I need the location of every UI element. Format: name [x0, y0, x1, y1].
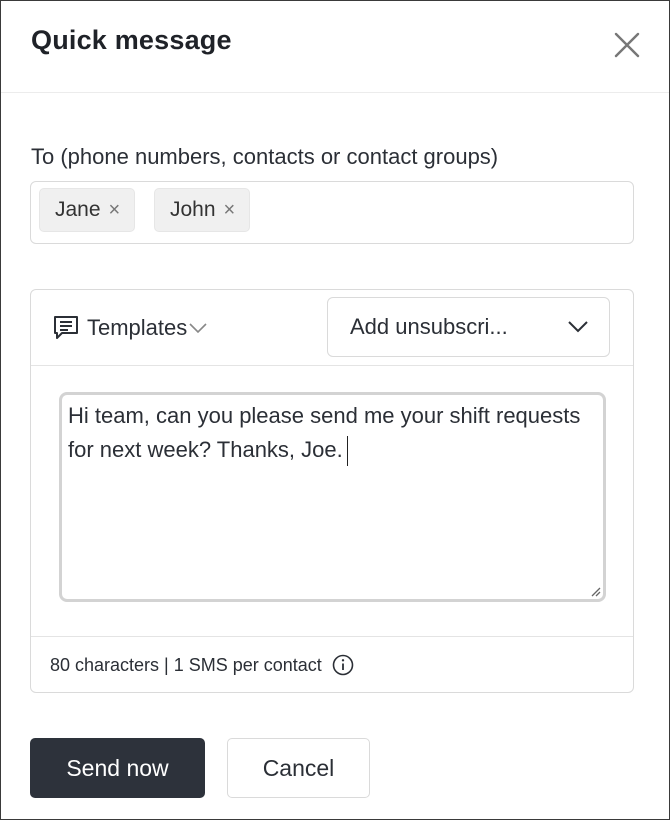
- resize-grip-icon[interactable]: [589, 585, 601, 597]
- message-text: Hi team, can you please send me your shi…: [68, 403, 581, 462]
- unsubscribe-select[interactable]: Add unsubscri...: [327, 297, 610, 357]
- message-template-icon: [54, 316, 78, 339]
- message-textarea[interactable]: Hi team, can you please send me your shi…: [59, 392, 606, 602]
- dialog-title: Quick message: [31, 25, 232, 55]
- close-icon: [614, 32, 640, 58]
- dialog-header: Quick message: [1, 1, 669, 93]
- message-composer: Templates Add unsubscri... Hi team, can …: [30, 289, 634, 693]
- text-cursor: [346, 436, 348, 467]
- templates-dropdown[interactable]: Templates: [51, 312, 208, 344]
- chevron-down-icon: [568, 321, 588, 333]
- cancel-button[interactable]: Cancel: [227, 738, 370, 798]
- divider: [31, 636, 633, 637]
- recipient-chip-john: John ×: [154, 188, 251, 232]
- unsubscribe-select-value: Add unsubscri...: [350, 314, 508, 339]
- info-icon[interactable]: [332, 654, 354, 676]
- recipient-chip-jane: Jane ×: [39, 188, 136, 232]
- templates-label: Templates: [87, 315, 188, 340]
- recipient-chip-label: Jane: [55, 198, 101, 221]
- character-count-text: 80 characters | 1 SMS per contact: [50, 654, 322, 675]
- chevron-down-icon: [189, 323, 207, 334]
- remove-recipient-icon[interactable]: ×: [224, 199, 236, 222]
- send-now-button[interactable]: Send now: [30, 738, 205, 798]
- composer-toolbar: Templates Add unsubscri...: [31, 290, 633, 366]
- remove-recipient-icon[interactable]: ×: [109, 199, 121, 222]
- quick-message-dialog: Quick message To (phone numbers, contact…: [0, 0, 670, 820]
- character-count: 80 characters | 1 SMS per contact: [50, 654, 354, 676]
- to-field-label: To (phone numbers, contacts or contact g…: [31, 144, 499, 169]
- close-button[interactable]: [611, 29, 643, 61]
- recipient-chip-label: John: [170, 198, 216, 221]
- recipients-input[interactable]: Jane × John ×: [30, 181, 634, 244]
